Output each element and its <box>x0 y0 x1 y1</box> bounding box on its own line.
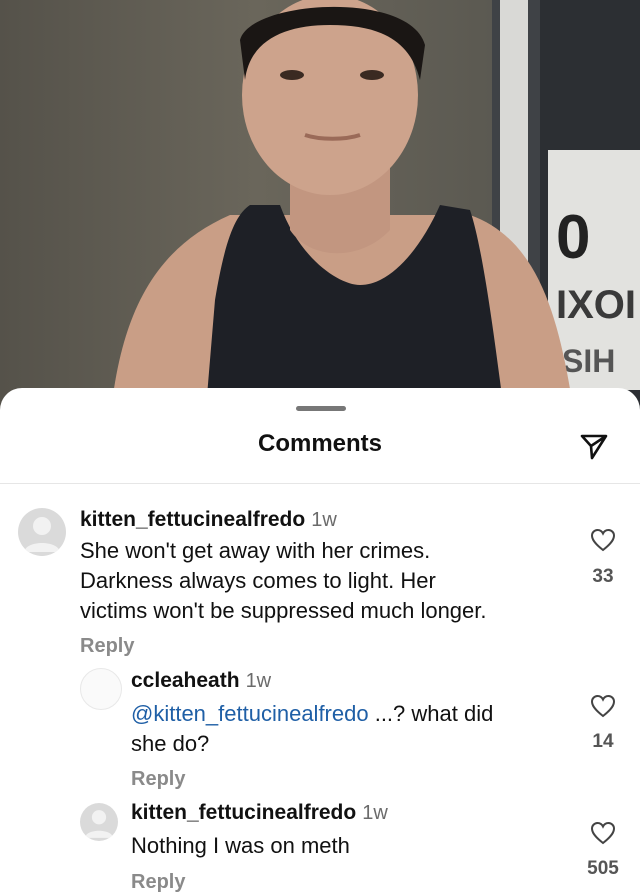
heart-icon[interactable] <box>590 694 616 718</box>
default-avatar-icon <box>84 810 114 838</box>
like-count: 505 <box>587 858 619 879</box>
divider <box>0 483 640 484</box>
comment-text: She won't get away with her crimes. Dark… <box>80 536 487 626</box>
comment-text: @kitten_fettucinealfredo ...? what did s… <box>131 699 493 759</box>
comment-username[interactable]: kitten_fettucinealfredo <box>131 801 356 824</box>
comments-sheet: Comments kitten_fettucinealfredo 1w She w… <box>0 388 640 896</box>
reply-button[interactable]: Reply <box>131 871 185 894</box>
reply-button[interactable]: Reply <box>80 635 134 658</box>
mention-link[interactable]: @kitten_fettucinealfredo <box>131 701 369 726</box>
comment-username[interactable]: kitten_fettucinealfredo <box>80 508 305 531</box>
sheet-title: Comments <box>257 430 383 457</box>
comment-text: Nothing I was on meth <box>131 831 350 861</box>
comment-meta: kitten_fettucinealfredo 1w <box>131 801 388 825</box>
like-count: 33 <box>592 566 614 587</box>
comment-meta: ccleaheath 1w <box>131 669 271 693</box>
comment-line-rest: ...? what did <box>368 701 494 726</box>
drag-handle[interactable] <box>296 406 346 411</box>
comment-line: she do? <box>131 731 210 756</box>
avatar[interactable] <box>80 668 122 710</box>
send-paper-plane-icon[interactable] <box>578 430 610 462</box>
comment-time: 1w <box>245 670 272 692</box>
avatar[interactable] <box>80 803 118 841</box>
comment-line: She won't get away with her crimes. <box>80 538 431 563</box>
reply-button[interactable]: Reply <box>131 768 185 791</box>
comment-line: victims won't be suppressed much longer. <box>80 598 487 623</box>
comment-time: 1w <box>362 802 388 824</box>
avatar[interactable] <box>18 508 66 556</box>
svg-text:0: 0 <box>556 203 590 272</box>
svg-text:IXOI: IXOI <box>556 283 636 327</box>
comment-line: Nothing I was on meth <box>131 833 350 858</box>
comment-line: Darkness always comes to light. Her <box>80 568 436 593</box>
comment-time: 1w <box>311 509 337 531</box>
photo-illustration: 0 IXOI SIH <box>110 0 640 420</box>
svg-text:SIH: SIH <box>562 343 615 379</box>
comment-meta: kitten_fettucinealfredo 1w <box>80 508 337 532</box>
post-photo: 0 IXOI SIH <box>0 0 640 420</box>
default-avatar-icon <box>24 517 60 552</box>
comment-username[interactable]: ccleaheath <box>131 669 240 692</box>
like-count: 14 <box>592 731 614 752</box>
comment-line: @kitten_fettucinealfredo ...? what did <box>131 699 493 729</box>
heart-icon[interactable] <box>590 821 616 845</box>
heart-icon[interactable] <box>590 528 616 552</box>
